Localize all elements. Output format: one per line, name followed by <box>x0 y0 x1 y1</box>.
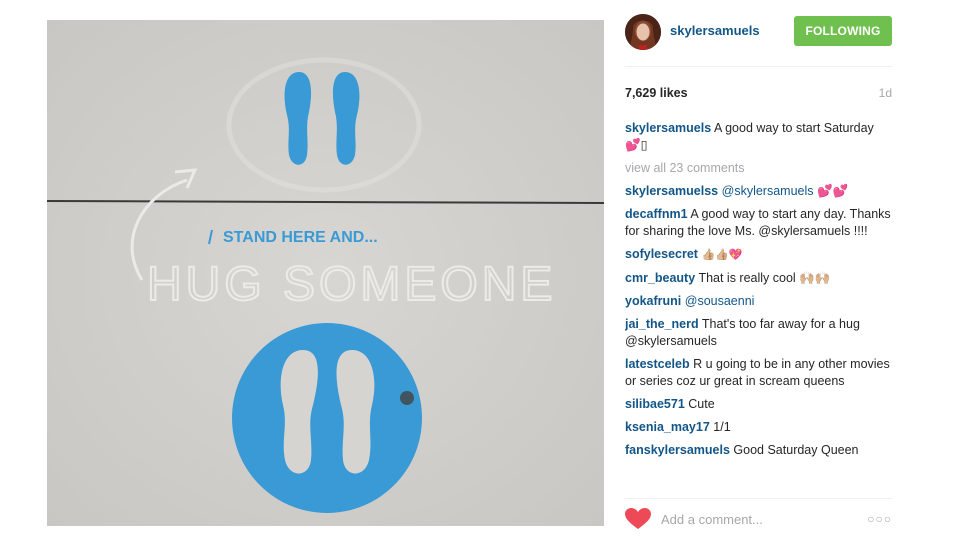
sidewalk-image: STAND HERE AND... HUG SOMEONE <box>47 20 604 526</box>
comment-username[interactable]: latestceleb <box>625 357 690 371</box>
comment-text: Good Saturday Queen <box>733 443 859 457</box>
comments-list[interactable]: skylersamuels A good way to start Saturd… <box>625 120 892 490</box>
comment-text: 👍🏼👍🏼💖 <box>701 249 743 261</box>
header-divider <box>625 66 892 67</box>
comment-text: That is really cool 🙌🏼🙌🏼 <box>698 271 831 285</box>
post-age[interactable]: 1d <box>879 86 892 100</box>
caption: skylersamuels A good way to start Saturd… <box>625 120 892 154</box>
list-item: jai_the_nerd That's too far away for a h… <box>625 316 892 350</box>
footer-divider <box>625 498 892 499</box>
list-item: latestceleb R u going to be in any other… <box>625 356 892 390</box>
bottom-footprint-circle <box>232 323 422 513</box>
list-item: skylersamuelss @skylersamuels 💕💕 <box>625 183 892 200</box>
comment-text: @skylersamuels 💕💕 <box>721 184 849 198</box>
list-item: fanskylersamuels Good Saturday Queen <box>625 442 892 459</box>
stencil-text: STAND HERE AND... <box>223 229 378 246</box>
comment-username[interactable]: ksenia_may17 <box>625 420 710 434</box>
following-button[interactable]: FOLLOWING <box>794 16 892 46</box>
post-side-panel: skylersamuels FOLLOWING 7,629 likes 1d s… <box>625 14 892 534</box>
list-item: silibae571 Cute <box>625 396 892 413</box>
list-item: yokafruni @sousaenni <box>625 293 892 310</box>
comment-username[interactable]: fanskylersamuels <box>625 443 730 457</box>
comment-text: @sousaenni <box>684 294 755 308</box>
list-item: decaffnm1 A good way to start any day. T… <box>625 206 892 240</box>
add-comment-input[interactable]: Add a comment... <box>661 512 763 527</box>
post-photo[interactable]: STAND HERE AND... HUG SOMEONE <box>47 20 604 526</box>
like-heart-icon[interactable] <box>625 508 651 530</box>
header-username[interactable]: skylersamuels <box>670 23 760 38</box>
view-all-comments-link[interactable]: view all 23 comments <box>625 160 892 177</box>
list-item: cmr_beauty That is really cool 🙌🏼🙌🏼 <box>625 270 892 287</box>
comment-text: 1/1 <box>713 420 731 434</box>
list-item: sofylesecret 👍🏼👍🏼💖 <box>625 246 892 264</box>
likes-count[interactable]: 7,629 likes <box>625 86 688 100</box>
list-item: ksenia_may17 1/1 <box>625 419 892 436</box>
post-header: skylersamuels FOLLOWING <box>625 14 892 54</box>
comment-username[interactable]: skylersamuelss <box>625 184 718 198</box>
comment-footer: Add a comment... ○○○ <box>625 504 892 534</box>
comment-username[interactable]: jai_the_nerd <box>625 317 699 331</box>
caption-username[interactable]: skylersamuels <box>625 121 711 135</box>
comment-username[interactable]: silibae571 <box>625 397 685 411</box>
more-options-icon[interactable]: ○○○ <box>867 512 892 526</box>
comment-username[interactable]: cmr_beauty <box>625 271 695 285</box>
comment-username[interactable]: sofylesecret <box>625 247 698 261</box>
chalk-text: HUG SOMEONE <box>147 258 556 311</box>
comment-username[interactable]: yokafruni <box>625 294 681 308</box>
comment-text: Cute <box>688 397 715 411</box>
comment-username[interactable]: decaffnm1 <box>625 207 688 221</box>
avatar[interactable] <box>625 14 661 50</box>
